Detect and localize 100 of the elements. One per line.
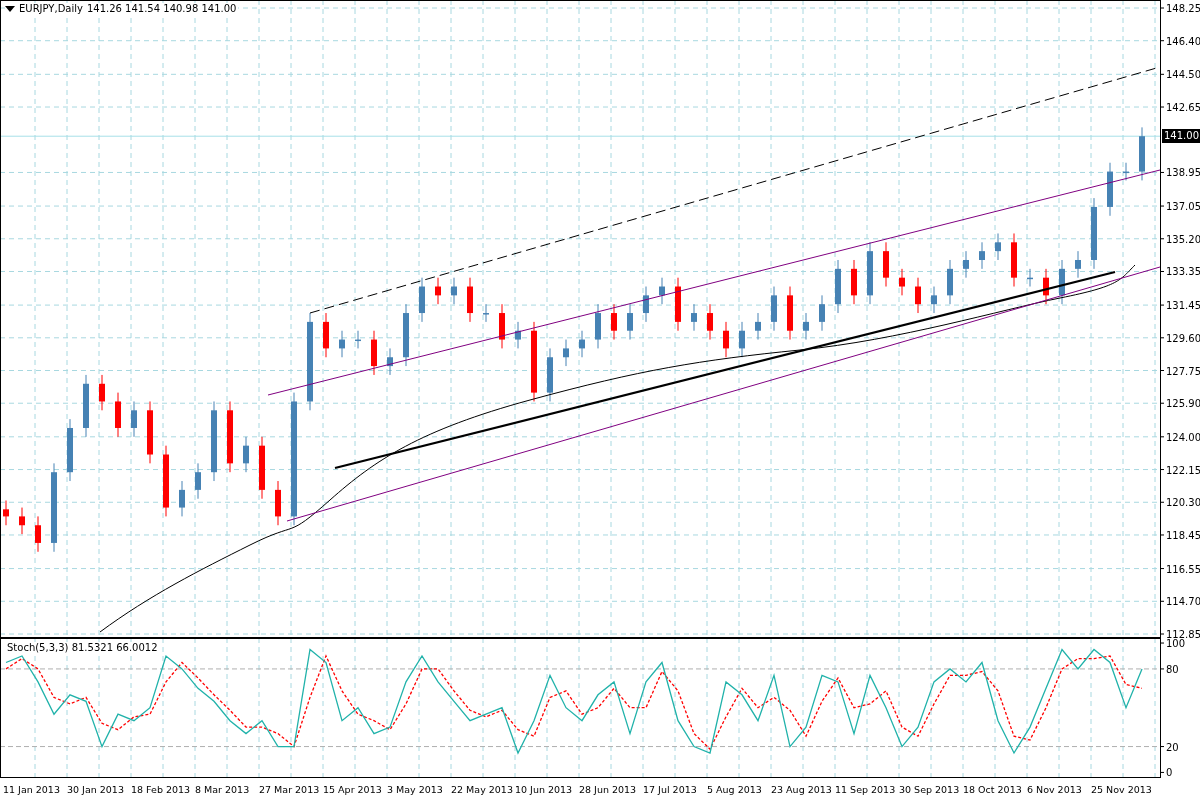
candlestick bbox=[691, 303, 697, 332]
y-tick-label: 138.95 bbox=[1166, 167, 1200, 179]
candlestick bbox=[851, 259, 857, 305]
x-tick-label: 10 Jun 2013 bbox=[514, 783, 574, 795]
candlestick bbox=[707, 303, 713, 341]
x-tick-label: 30 Jan 2013 bbox=[66, 783, 125, 795]
candlestick bbox=[995, 232, 1001, 261]
candlestick bbox=[67, 418, 73, 482]
x-tick-label: 5 Aug 2013 bbox=[706, 783, 763, 795]
y-tick-label: 0 bbox=[1166, 767, 1173, 778]
candlestick bbox=[371, 330, 377, 376]
candlestick bbox=[771, 286, 777, 332]
candlestick bbox=[979, 241, 985, 270]
candlestick bbox=[579, 330, 585, 358]
candlestick bbox=[915, 277, 921, 314]
x-tick-label: 27 Mar 2013 bbox=[258, 783, 320, 795]
chart-symbol: EURJPY,Daily bbox=[19, 3, 83, 14]
candlestick bbox=[563, 339, 569, 367]
candlestick bbox=[243, 436, 249, 473]
x-tick-label: 23 Aug 2013 bbox=[770, 783, 832, 795]
candlestick bbox=[659, 277, 665, 305]
current-price-label: 141.00 bbox=[1162, 129, 1200, 144]
candlestick bbox=[323, 312, 329, 358]
y-tick-label: 114.70 bbox=[1166, 596, 1200, 608]
candlestick bbox=[499, 303, 505, 349]
candlestick bbox=[115, 392, 121, 438]
candlestick bbox=[947, 259, 953, 305]
candlestick bbox=[419, 277, 425, 323]
candlestick bbox=[339, 330, 345, 358]
x-tick-label: 3 May 2013 bbox=[386, 783, 444, 795]
candlestick bbox=[467, 277, 473, 323]
candlestick bbox=[195, 462, 201, 500]
y-tick-label: 129.60 bbox=[1166, 332, 1200, 344]
candlestick bbox=[403, 303, 409, 367]
candlestick bbox=[3, 500, 9, 526]
x-tick-label: 15 Apr 2013 bbox=[322, 783, 383, 795]
candlestick bbox=[627, 303, 633, 341]
x-tick-label: 30 Sep 2013 bbox=[898, 783, 960, 795]
candlestick bbox=[1059, 259, 1065, 305]
y-tick-label: 148.25 bbox=[1166, 3, 1200, 14]
candlestick bbox=[739, 321, 745, 358]
candlestick bbox=[19, 507, 25, 535]
y-tick-label: 125.90 bbox=[1166, 398, 1200, 410]
candlestick bbox=[867, 241, 873, 305]
candlestick bbox=[35, 515, 41, 553]
y-tick-label: 146.40 bbox=[1166, 35, 1200, 47]
x-tick-label: 17 Jul 2013 bbox=[642, 783, 698, 795]
x-tick-label: 11 Jan 2013 bbox=[2, 783, 61, 795]
candlestick bbox=[675, 277, 681, 332]
candlestick bbox=[819, 294, 825, 332]
candlestick bbox=[515, 321, 521, 349]
candlestick bbox=[723, 321, 729, 358]
x-tick-label: 28 Jun 2013 bbox=[578, 783, 638, 795]
y-tick-label: 135.20 bbox=[1166, 233, 1200, 245]
ohlc-values: 141.26 141.54 140.98 141.00 bbox=[86, 3, 237, 14]
candlestick bbox=[595, 303, 601, 349]
y-tick-label: 142.65 bbox=[1166, 102, 1200, 114]
candlestick bbox=[1107, 162, 1113, 217]
x-tick-label: 11 Sep 2013 bbox=[834, 783, 896, 795]
candlestick bbox=[1075, 250, 1081, 279]
y-tick-label: 118.45 bbox=[1166, 529, 1200, 541]
candlestick bbox=[451, 277, 457, 305]
x-tick-label: 6 Nov 2013 bbox=[1026, 783, 1083, 795]
candlestick bbox=[643, 286, 649, 323]
candlestick bbox=[803, 312, 809, 341]
y-tick-label: 137.05 bbox=[1166, 201, 1200, 213]
candlestick bbox=[547, 347, 553, 402]
y-tick-label: 80 bbox=[1166, 663, 1179, 675]
candlestick bbox=[83, 374, 89, 438]
y-tick-label: 112.85 bbox=[1166, 629, 1200, 638]
candlestick bbox=[899, 268, 905, 296]
candlestick bbox=[483, 303, 489, 323]
x-tick-label: 18 Feb 2013 bbox=[130, 783, 192, 795]
y-tick-label: 122.15 bbox=[1166, 464, 1200, 476]
y-tick-label: 124.00 bbox=[1166, 431, 1200, 443]
x-tick-label: 25 Nov 2013 bbox=[1090, 783, 1152, 795]
candlestick bbox=[163, 445, 169, 517]
y-tick-label: 20 bbox=[1166, 741, 1179, 753]
y-tick-label: 120.30 bbox=[1166, 497, 1200, 509]
y-tick-label: 133.35 bbox=[1166, 266, 1200, 278]
candlestick bbox=[147, 400, 153, 464]
y-tick-label: 131.45 bbox=[1166, 300, 1200, 312]
candlestick bbox=[1027, 268, 1033, 287]
indicator-label: Stoch(5,3,3) 81.5321 66.0012 bbox=[7, 642, 158, 653]
candlestick bbox=[99, 374, 105, 411]
dropdown-triangle-icon[interactable] bbox=[5, 5, 15, 12]
x-tick-label: 18 Oct 2013 bbox=[962, 783, 1023, 795]
candlestick bbox=[1011, 232, 1017, 287]
candlestick bbox=[1043, 268, 1049, 305]
candlestick bbox=[1123, 162, 1129, 181]
candlestick bbox=[355, 330, 361, 349]
candlestick bbox=[1139, 126, 1145, 181]
candlestick bbox=[963, 250, 969, 279]
x-tick-label: 8 Mar 2013 bbox=[194, 783, 251, 795]
candlestick bbox=[387, 347, 393, 376]
candlestick bbox=[435, 277, 441, 305]
candlestick bbox=[179, 480, 185, 517]
y-tick-label: 127.75 bbox=[1166, 365, 1200, 377]
candlestick bbox=[835, 259, 841, 314]
y-tick-label: 116.55 bbox=[1166, 563, 1200, 575]
